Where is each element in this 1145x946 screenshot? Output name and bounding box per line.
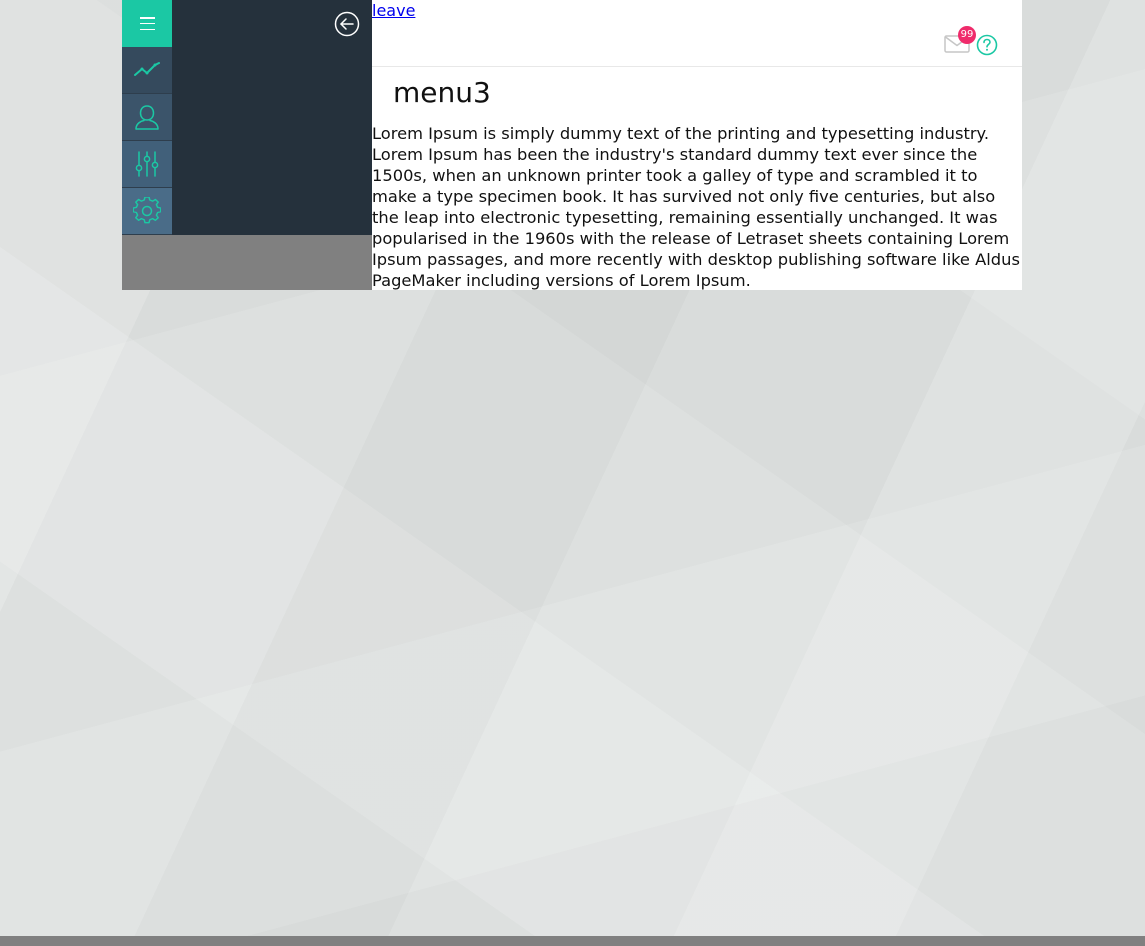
sidebar-filler: [122, 235, 372, 290]
icon-rail: [122, 0, 172, 235]
notification-badge: 99: [958, 26, 976, 44]
sidebar-item-filters[interactable]: [122, 141, 172, 187]
trend-line-icon: [134, 62, 160, 76]
top-bar: leave 99: [372, 0, 1022, 67]
sidebar-item-analytics[interactable]: [122, 47, 172, 93]
sliders-icon: [135, 151, 159, 177]
arrow-left-circle-icon[interactable]: [334, 11, 360, 37]
side-drawer: [172, 0, 372, 235]
user-icon: [135, 105, 159, 130]
main-content: leave 99 menu3 Lorem Ipsum is simply dum…: [372, 0, 1022, 290]
gear-icon: [133, 197, 161, 224]
question-circle-icon[interactable]: [976, 34, 998, 56]
app-shell: leave 99 menu3 Lorem Ipsum is simply dum…: [122, 0, 1022, 290]
menu-toggle-button[interactable]: [122, 0, 172, 47]
page-title: menu3: [393, 76, 491, 109]
sidebar-item-settings[interactable]: [122, 188, 172, 234]
leave-link[interactable]: leave: [372, 1, 415, 20]
sidebar-item-users[interactable]: [122, 94, 172, 140]
hamburger-menu-icon: [139, 17, 155, 30]
bottom-bar: [0, 936, 1145, 946]
body-paragraph: Lorem Ipsum is simply dummy text of the …: [372, 124, 1020, 290]
